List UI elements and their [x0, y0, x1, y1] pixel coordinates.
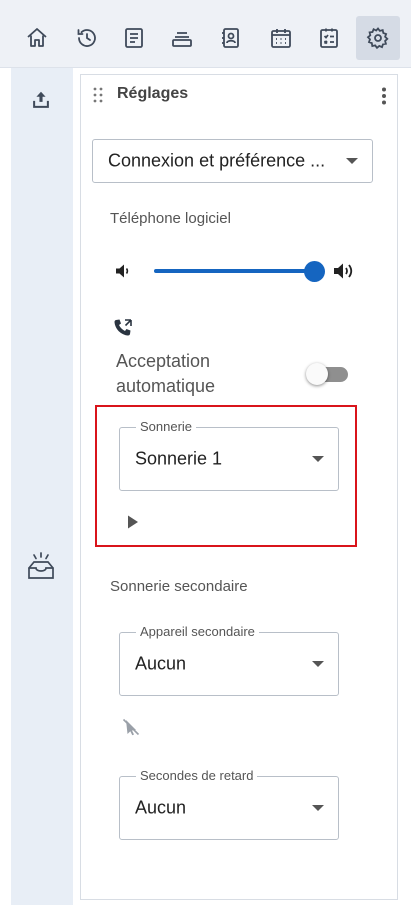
volume-low-icon — [116, 264, 129, 278]
queue-button[interactable] — [160, 16, 204, 60]
more-options-icon[interactable] — [381, 87, 387, 105]
drag-handle-icon[interactable] — [93, 87, 103, 103]
cursor-off-icon — [122, 718, 140, 736]
settings-button[interactable] — [356, 16, 400, 60]
contacts-icon — [222, 28, 239, 48]
section-select[interactable]: Connexion et préférence ... — [92, 139, 373, 183]
calendar-icon — [271, 29, 291, 48]
inbox-button[interactable] — [25, 552, 57, 582]
ringtone-legend: Sonnerie — [136, 419, 197, 434]
ringtone-select[interactable]: Sonnerie Sonnerie 1 — [119, 419, 339, 491]
auto-accept-label: Acceptation automatique — [116, 351, 216, 396]
play-icon[interactable] — [126, 514, 140, 530]
top-toolbar — [0, 0, 411, 68]
secondary-device-select[interactable]: Appareil secondaire Aucun — [119, 624, 339, 696]
chevron-down-icon — [312, 805, 324, 811]
section-select-value: Connexion et préférence ... — [108, 150, 326, 171]
upload-button[interactable] — [29, 88, 53, 112]
delay-seconds-select[interactable]: Secondes de retard Aucun — [119, 768, 339, 840]
notes-icon — [125, 28, 143, 48]
volume-slider-track[interactable] — [154, 269, 314, 273]
left-rail-stripe — [11, 68, 73, 905]
delay-seconds-legend: Secondes de retard — [136, 768, 258, 783]
left-rail — [0, 68, 73, 905]
notes-button[interactable] — [112, 16, 156, 60]
history-icon — [77, 29, 96, 47]
upload-icon — [33, 91, 49, 108]
inbox-icon — [28, 552, 54, 579]
secondary-device-value: Aucun — [135, 653, 187, 674]
panel-title: Réglages — [117, 85, 189, 102]
softphone-heading: Téléphone logiciel — [110, 210, 231, 227]
chevron-down-icon — [312, 456, 324, 462]
delay-seconds-value: Aucun — [135, 797, 187, 818]
chevron-down-icon — [346, 158, 358, 164]
queue-icon — [172, 32, 192, 47]
home-button[interactable] — [15, 16, 59, 60]
ringtone-value: Sonnerie 1 — [135, 448, 223, 469]
tasks-icon — [320, 28, 338, 48]
home-icon — [27, 28, 47, 47]
volume-slider-thumb[interactable] — [304, 261, 325, 282]
volume-high-icon — [334, 263, 353, 279]
calendar-button[interactable] — [259, 16, 303, 60]
settings-icon — [366, 27, 389, 50]
contacts-button[interactable] — [209, 16, 253, 60]
secondary-ringtone-heading: Sonnerie secondaire — [110, 578, 248, 595]
phone-auto-answer-icon — [114, 319, 132, 336]
history-button[interactable] — [65, 16, 109, 60]
auto-accept-toggle-knob[interactable] — [306, 363, 328, 385]
chevron-down-icon — [312, 661, 324, 667]
secondary-device-legend: Appareil secondaire — [136, 624, 259, 639]
tasks-button[interactable] — [307, 16, 351, 60]
